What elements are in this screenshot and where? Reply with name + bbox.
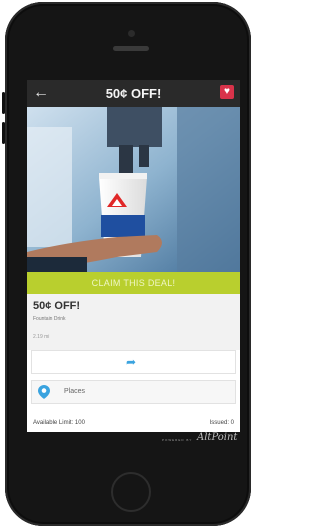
phone-frame: ← 50¢ OFF! ♥ CLAIM THIS DEAL! 50¢ OFF! F…	[2, 2, 251, 526]
deal-merchant: Fountain Drink	[33, 316, 66, 322]
home-button[interactable]	[111, 472, 151, 512]
volume-down-button	[2, 122, 5, 144]
share-arrow-icon: ➦	[126, 355, 137, 369]
places-row[interactable]: Places	[31, 380, 236, 404]
deal-photo	[27, 107, 240, 272]
deal-title: 50¢ OFF!	[33, 300, 81, 312]
heart-icon[interactable]: ♥	[220, 85, 234, 99]
map-pin-icon	[38, 385, 50, 399]
share-button[interactable]: ➦	[31, 350, 236, 374]
earpiece-speaker	[113, 46, 149, 51]
issued-count: Issued: 0	[209, 420, 234, 426]
top-navbar: ← 50¢ OFF! ♥	[27, 80, 240, 107]
available-limit: Available Limit: 100	[33, 420, 85, 426]
volume-up-button	[2, 92, 5, 114]
deal-info: 50¢ OFF! Fountain Drink 2.19 mi	[27, 294, 240, 350]
places-label: Places	[64, 388, 86, 395]
deal-limits: Available Limit: 100 Issued: 0	[27, 416, 240, 432]
front-camera	[128, 30, 135, 37]
claim-deal-button[interactable]: CLAIM THIS DEAL!	[27, 272, 240, 294]
app-screen: ← 50¢ OFF! ♥ CLAIM THIS DEAL! 50¢ OFF! F…	[27, 80, 240, 432]
brand-logo: AltPoint	[197, 432, 238, 443]
deal-distance: 2.19 mi	[33, 334, 50, 340]
drink-cup-photo	[27, 107, 240, 272]
powered-by-label: POWERED BY	[162, 438, 193, 442]
page-title: 50¢ OFF!	[105, 86, 162, 101]
